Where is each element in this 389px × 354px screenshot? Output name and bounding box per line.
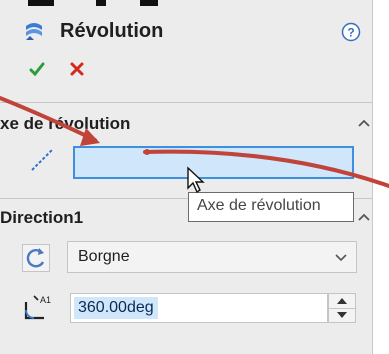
feature-title: Révolution [60,20,164,42]
section-divider [0,102,372,103]
axis-selection-field[interactable] [73,146,354,179]
angle-value: 360.00deg [74,297,158,319]
end-condition-value: Borgne [78,248,130,265]
chevron-down-icon[interactable] [334,253,348,263]
axis-tooltip: Axe de révolution [188,192,354,222]
axis-group-header[interactable]: xe de révolution [0,114,372,140]
cancel-button[interactable] [68,60,86,78]
property-manager-panel: Révolution ? xe de révolution Direction1… [0,0,373,354]
axis-group-title: xe de révolution [0,114,131,133]
chevron-up-icon[interactable] [357,118,371,128]
spin-down-icon[interactable] [329,308,355,322]
angle-input[interactable]: 360.00deg [70,293,328,323]
help-icon[interactable]: ? [341,22,361,42]
svg-text:A1: A1 [40,295,51,305]
mouse-pointer-icon [187,166,205,194]
ok-button[interactable] [28,60,46,78]
panel-header: Révolution ? [0,12,372,52]
direction-group-title: Direction1 [0,208,84,227]
chevron-up-icon[interactable] [357,212,371,222]
right-margin [373,0,389,354]
panel-top-edge [0,0,372,8]
angle-icon: A1 [24,295,51,320]
spin-up-icon[interactable] [329,294,355,309]
end-condition-select[interactable]: Borgne [67,241,357,273]
axis-line-icon [31,149,53,171]
revolve-feature-icon [26,23,42,40]
reverse-direction-icon[interactable] [22,244,50,272]
angle-spinner[interactable] [328,293,356,323]
svg-text:?: ? [347,26,354,40]
